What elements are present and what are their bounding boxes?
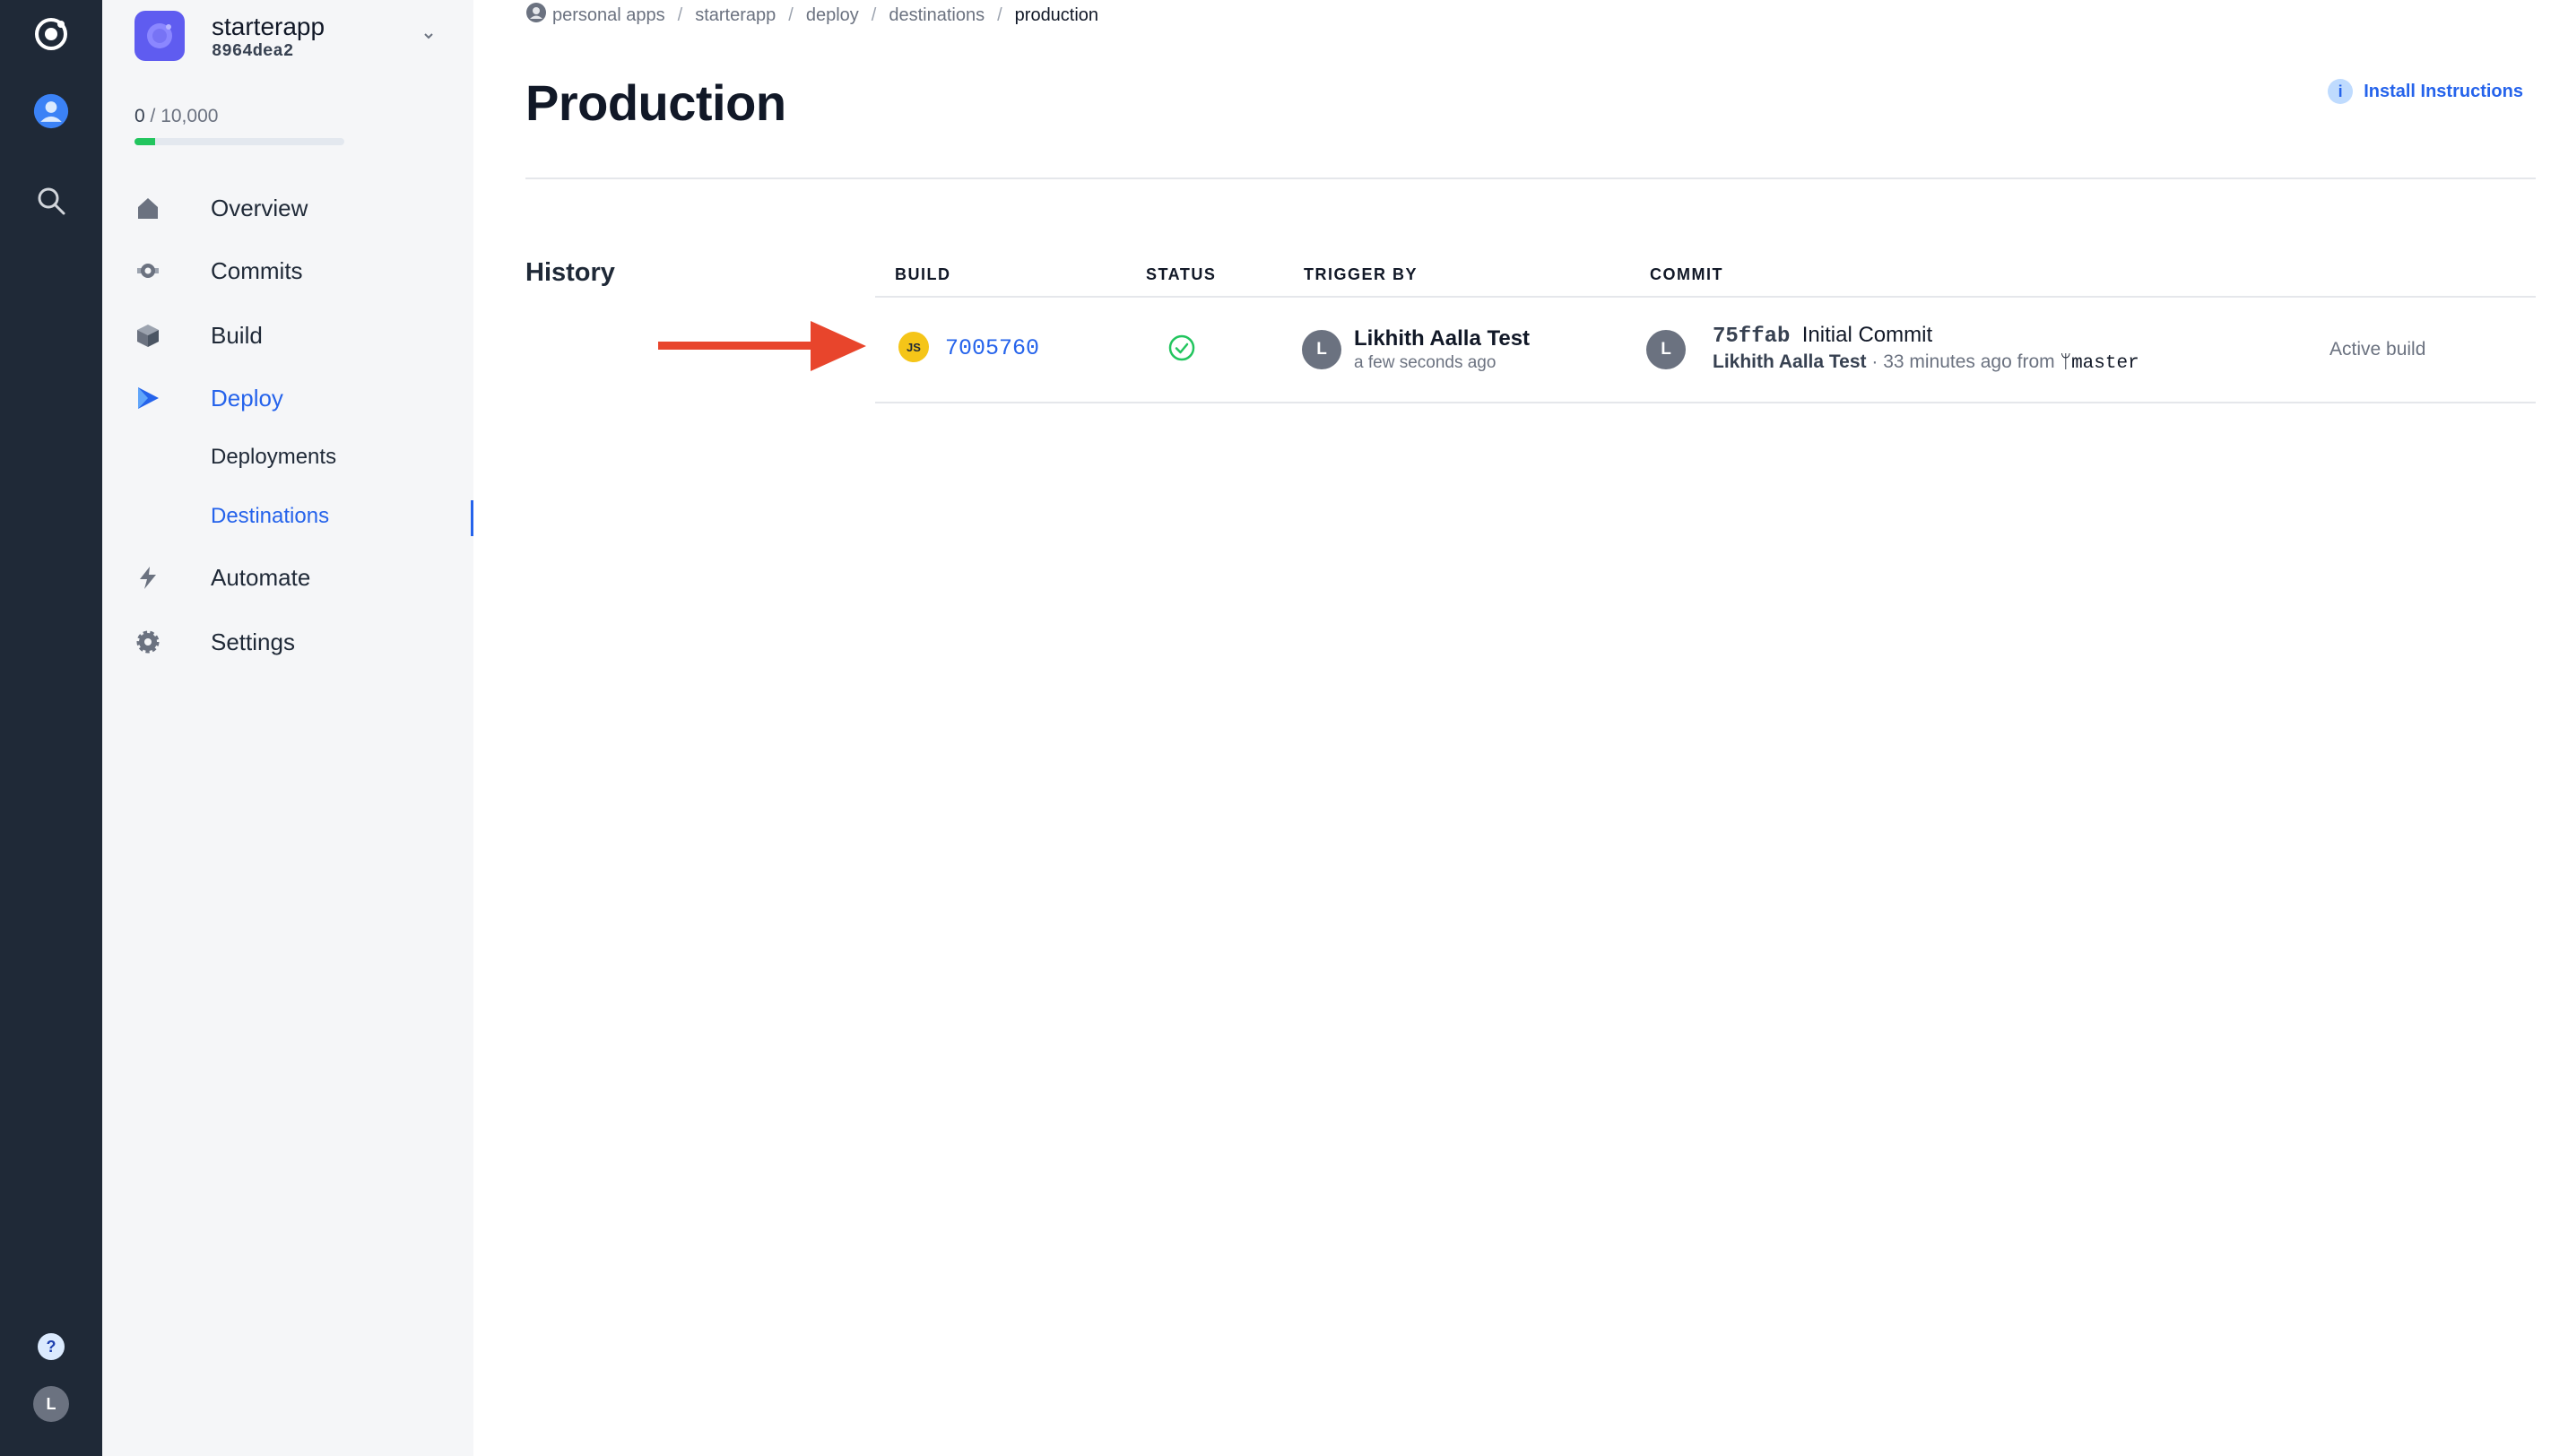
left-rail: ? L	[0, 0, 102, 1456]
history-heading: History	[525, 258, 615, 287]
nav-settings-label: Settings	[211, 628, 295, 655]
nav-settings[interactable]: Settings	[134, 624, 295, 660]
breadcrumb-starterapp[interactable]: starterapp	[695, 5, 776, 26]
user-avatar-letter: L	[33, 1386, 69, 1422]
header-divider	[525, 178, 2536, 179]
column-header-build: BUILD	[895, 265, 951, 283]
breadcrumb-deploy[interactable]: deploy	[806, 5, 859, 26]
branch-name: master	[2071, 353, 2139, 374]
nav-overview[interactable]: Overview	[134, 190, 308, 226]
breadcrumb-production: production	[1014, 4, 1099, 25]
usage-bar	[134, 138, 344, 145]
usage-bar-fill	[134, 138, 156, 145]
breadcrumb-personal-apps[interactable]: personal apps	[552, 5, 665, 26]
app-id: 8964dea2	[212, 41, 294, 61]
table-row-divider	[875, 402, 2536, 403]
commit-meta: Likhith Aalla Test · 33 minutes ago from…	[1713, 351, 2139, 374]
trigger-time: a few seconds ago	[1354, 353, 1497, 372]
breadcrumb: personal apps / starterapp / deploy / de…	[525, 2, 1098, 29]
sidebar: starterapp 8964dea2 0 / 10,000 Overview …	[102, 0, 473, 1456]
commit-time: · 33 minutes ago from	[1866, 351, 2060, 372]
cube-icon	[134, 322, 161, 349]
install-instructions-label: Install Instructions	[2364, 81, 2523, 101]
commit-summary[interactable]: 75ffab Initial Commit	[1713, 323, 1932, 349]
usage-total: / 10,000	[150, 106, 219, 126]
breadcrumb-separator: /	[997, 4, 1002, 25]
breadcrumb-separator: /	[871, 4, 877, 25]
nav-destinations[interactable]: Destinations	[211, 504, 329, 529]
nav-build-label: Build	[211, 321, 263, 349]
active-build-label: Active build	[2329, 339, 2426, 360]
deploy-icon	[134, 385, 161, 412]
success-check-icon	[1167, 334, 1196, 367]
branch-icon: ᛘ	[2060, 351, 2072, 372]
lightning-icon	[134, 564, 161, 591]
commit-sha[interactable]: 75ffab	[1713, 325, 1790, 349]
column-header-commit: COMMIT	[1650, 265, 1723, 283]
js-badge: JS	[898, 332, 929, 362]
table-header-divider	[875, 296, 2536, 298]
app-name[interactable]: starterapp	[212, 13, 325, 41]
active-nav-indicator	[471, 500, 473, 536]
commit-message: Initial Commit	[1801, 323, 1933, 347]
chevron-down-icon[interactable]	[418, 25, 439, 47]
app-icon[interactable]	[134, 11, 185, 61]
trigger-avatar: L	[1302, 330, 1341, 369]
install-instructions-link[interactable]: i Install Instructions	[2328, 79, 2523, 104]
help-glyph: ?	[38, 1333, 65, 1360]
commit-author: Likhith Aalla Test	[1713, 351, 1867, 372]
commit-icon	[134, 257, 161, 284]
nav-commits-label: Commits	[211, 256, 303, 284]
commit-avatar: L	[1646, 330, 1686, 369]
annotation-arrow	[658, 321, 866, 376]
nav-deploy-label: Deploy	[211, 384, 283, 412]
nav-automate-label: Automate	[211, 563, 311, 591]
help-icon[interactable]: ?	[33, 1329, 69, 1365]
nav-deploy[interactable]: Deploy	[134, 380, 283, 416]
nav-deployments[interactable]: Deployments	[211, 445, 336, 470]
usage-used: 0	[134, 106, 145, 126]
gear-icon	[134, 628, 161, 655]
nav-overview-label: Overview	[211, 194, 308, 221]
column-header-status: STATUS	[1146, 265, 1217, 283]
breadcrumb-separator: /	[788, 4, 794, 25]
info-icon: i	[2328, 79, 2354, 104]
trigger-name: Likhith Aalla Test	[1354, 326, 1531, 351]
nav-commits[interactable]: Commits	[134, 253, 303, 289]
home-icon	[134, 195, 161, 221]
user-avatar[interactable]: L	[33, 1386, 69, 1422]
column-header-trigger: TRIGGER BY	[1304, 265, 1418, 283]
search-icon[interactable]	[33, 183, 69, 219]
page-title: Production	[525, 74, 786, 131]
personal-apps-icon	[525, 2, 547, 29]
account-icon[interactable]	[33, 93, 69, 129]
build-id-link[interactable]: 7005760	[945, 335, 1039, 361]
ionic-logo-icon[interactable]	[33, 16, 69, 52]
breadcrumb-destinations[interactable]: destinations	[889, 5, 985, 26]
breadcrumb-separator: /	[677, 4, 683, 25]
nav-build[interactable]: Build	[134, 317, 263, 353]
nav-automate[interactable]: Automate	[134, 559, 310, 595]
usage-counter: 0 / 10,000	[134, 106, 218, 127]
